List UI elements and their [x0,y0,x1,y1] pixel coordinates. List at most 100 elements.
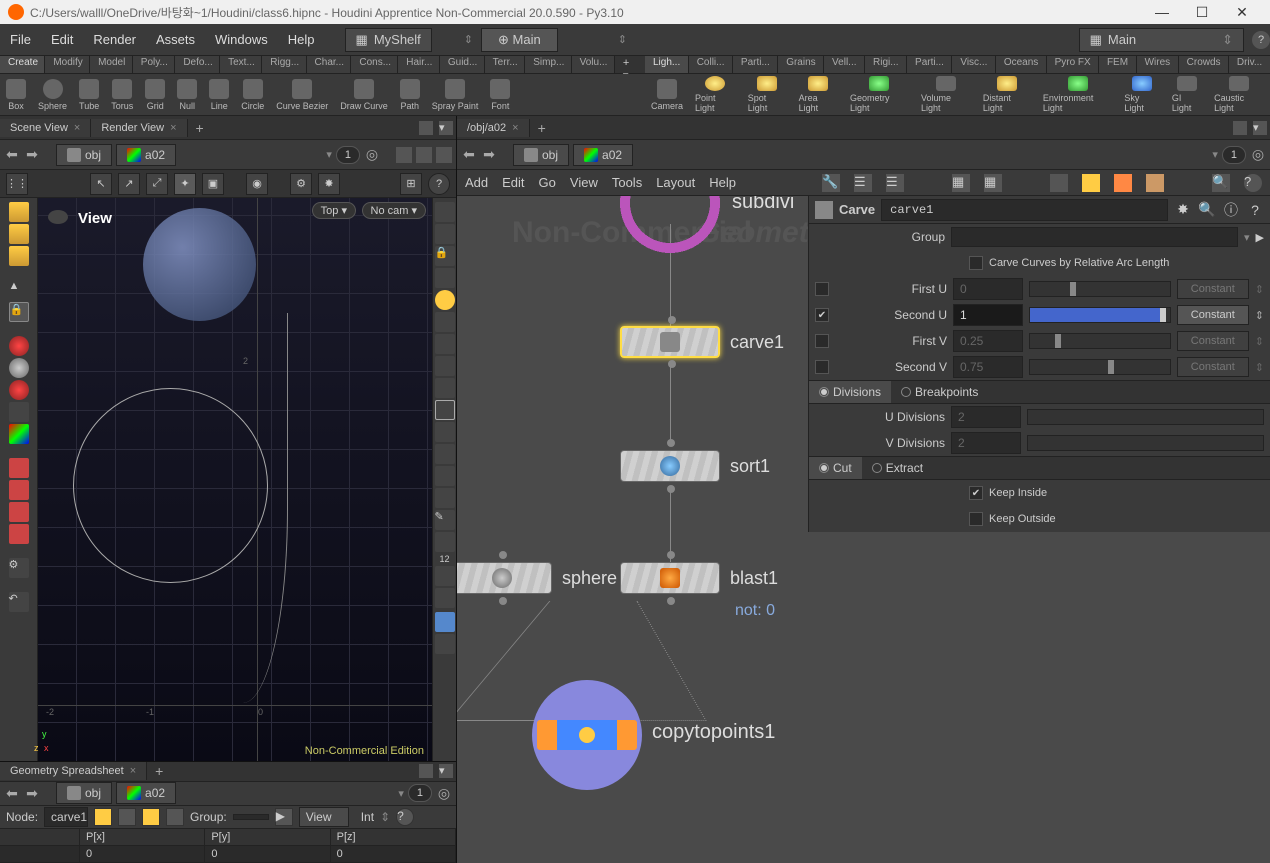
shelf-tab[interactable]: Defo... [175,56,220,73]
icon[interactable] [1050,174,1068,192]
display-option-icon[interactable] [435,312,455,332]
menu-render[interactable]: Render [83,32,146,47]
second-v-checkbox[interactable] [815,360,829,374]
second-u-input[interactable]: 1 [953,304,1023,326]
display-icon[interactable] [396,147,412,163]
shelf-tab[interactable]: Simp... [525,56,571,73]
path-dropdown[interactable]: ▾ [1212,148,1218,161]
tab-divisions[interactable]: Divisions [809,381,891,403]
keep-outside-checkbox[interactable] [969,512,983,526]
shelf-tab[interactable]: Volu... [572,56,615,73]
node-blast1[interactable]: blast1 not: 0 [620,562,778,594]
select-tool-icon[interactable] [9,246,29,266]
path-obj[interactable]: obj [513,144,569,166]
menu-layout[interactable]: Layout [656,175,695,190]
gear-icon[interactable]: ✸ [1174,201,1192,219]
display-icon[interactable] [9,380,29,400]
tool-null[interactable]: Null [171,74,203,115]
add-tab-button[interactable]: + [530,120,554,136]
gear-icon[interactable]: ⚙ [290,173,312,195]
pane-icon[interactable] [419,121,433,135]
pen-icon[interactable]: ✎ [435,510,455,530]
shelf-tab[interactable]: Text... [220,56,262,73]
first-v-input[interactable]: 0.25 [953,330,1023,352]
view-dropdown[interactable]: View [299,807,349,827]
tool-spraypaint[interactable]: Spray Paint [426,74,485,115]
display-option-icon[interactable] [435,334,455,354]
arrow-tool-icon[interactable]: ▲ [9,280,29,300]
take-number[interactable]: 1 [336,146,360,164]
tool-line[interactable]: Line [203,74,235,115]
display-option-icon[interactable] [435,466,455,486]
u-div-input[interactable]: 2 [951,406,1021,428]
output-dot[interactable] [668,360,676,368]
prims-icon[interactable] [142,808,160,826]
geo-row[interactable]: 0 0 0 [0,846,456,863]
op-name-field[interactable]: carve1 [881,199,1168,221]
input-dot[interactable] [667,551,675,559]
output-dot[interactable] [667,597,675,605]
tool-spotlight[interactable]: Spot Light [742,74,793,115]
tool-path[interactable]: Path [394,74,426,115]
display-icon[interactable] [416,147,432,163]
shelf-dropdown-arrow-2[interactable]: ⇕ [618,33,627,46]
group-select-icon[interactable]: ▶ [1256,231,1264,244]
pane-icon[interactable] [419,764,433,778]
shelf-tab[interactable]: Parti... [907,56,952,73]
group-field[interactable] [233,814,269,820]
network-view[interactable]: Non-Commercial Geometry subdivi carve1 s… [457,196,1270,863]
node-carve1[interactable]: carve1 [620,326,784,358]
shelf-tab[interactable]: Oceans [996,56,1047,73]
tool-box[interactable]: Box [0,74,32,115]
add-tab-button[interactable]: + [147,763,171,779]
display-option-icon[interactable] [435,356,455,376]
display-icon[interactable] [436,147,452,163]
tool-grid[interactable]: Grid [139,74,171,115]
node-field[interactable]: carve1 [44,807,88,827]
eye-icon[interactable] [48,210,68,224]
menu-go[interactable]: Go [539,175,556,190]
maximize-button[interactable]: ☐ [1182,4,1222,21]
tab-network[interactable]: /obj/a02× [457,119,530,137]
grid-snap-icon[interactable]: ⋮⋮ [6,173,28,195]
shelf-tab[interactable]: Modify [45,56,90,73]
detail-icon[interactable] [166,808,184,826]
col-pz[interactable]: P[z] [331,829,456,845]
menu-assets[interactable]: Assets [146,32,205,47]
first-u-checkbox[interactable] [815,282,829,296]
sticky-icon[interactable] [1082,174,1100,192]
group-input[interactable] [951,227,1238,247]
nav-back-button[interactable]: ⬅ [461,147,477,163]
display-option-icon[interactable] [435,268,455,288]
verts-icon[interactable] [118,808,136,826]
display-option-icon[interactable] [435,488,455,508]
display-icon[interactable] [9,424,29,444]
tool-geolight[interactable]: Geometry Light [844,74,915,115]
add-tab-button[interactable]: + [188,120,212,136]
menu-view[interactable]: View [570,175,598,190]
shelf-tab[interactable]: Rigg... [262,56,306,73]
path-a02[interactable]: a02 [573,144,633,166]
shelf-tab[interactable]: Hair... [398,56,440,73]
magnet-icon[interactable] [9,524,29,544]
close-icon[interactable]: × [74,122,80,134]
first-v-checkbox[interactable] [815,334,829,348]
node-copytopoints[interactable] [532,680,642,790]
shelf-selector-right[interactable]: ▦ Main ⇕ [1079,28,1244,52]
gear-icon[interactable]: ⚙ [9,558,29,578]
select-tool-icon[interactable] [9,224,29,244]
tool-drawcurve[interactable]: Draw Curve [334,74,394,115]
lock-icon[interactable]: 🔒 [9,302,29,322]
tab-extract[interactable]: Extract [862,457,933,479]
tab-render-view[interactable]: Render View× [91,119,187,137]
tool-bezier[interactable]: Curve Bezier [270,74,334,115]
display-option-icon[interactable] [435,202,455,222]
3d-viewport[interactable]: View Top ▾ No cam ▾ Non-Commercial Editi… [38,198,432,761]
display-option-icon[interactable] [435,566,455,586]
shelf-tab[interactable]: Crowds [1179,56,1229,73]
tab-geo-spreadsheet[interactable]: Geometry Spreadsheet× [0,762,147,780]
output-dot[interactable] [667,485,675,493]
filter-icon[interactable]: ▶ [275,808,293,826]
image-icon[interactable] [1114,174,1132,192]
shelf-tab[interactable]: Colli... [689,56,733,73]
